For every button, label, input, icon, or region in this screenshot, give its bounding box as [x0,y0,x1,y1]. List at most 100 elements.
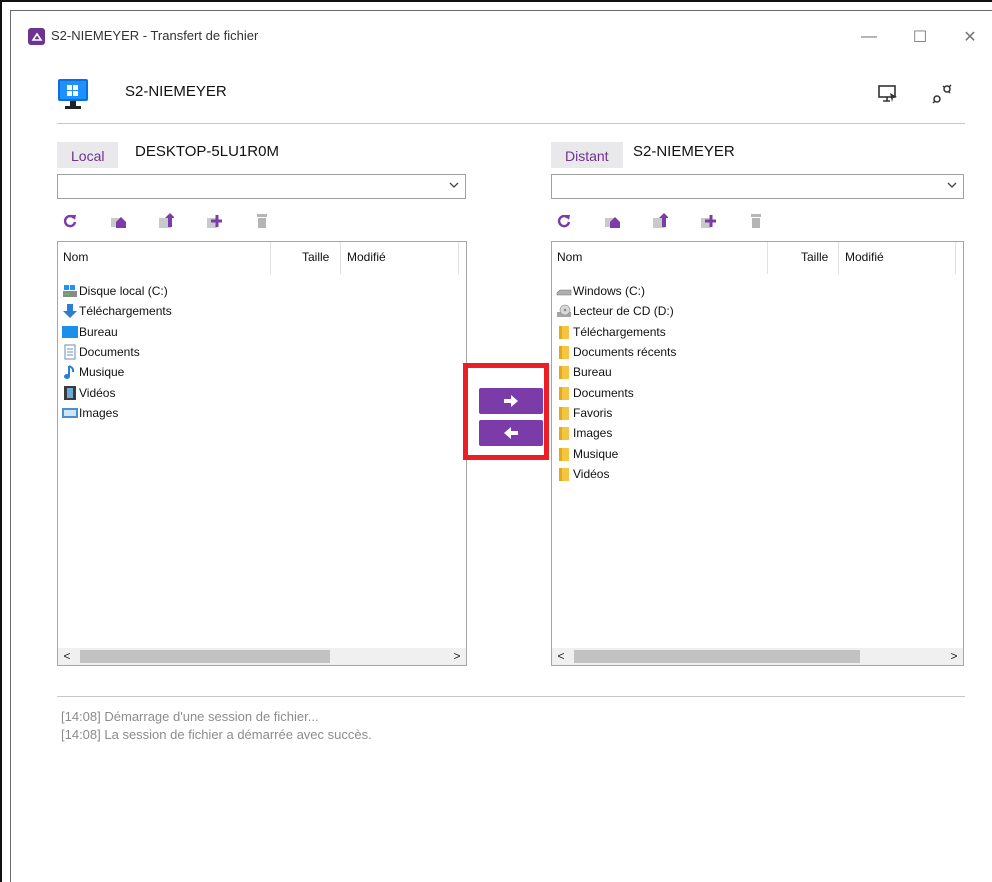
list-item-label: Images [573,426,613,441]
local-col-name[interactable]: Nom [63,250,88,264]
list-item[interactable]: Téléchargements [556,322,676,342]
list-item-label: Bureau [79,324,118,339]
local-host-name: DESKTOP-5LU1R0M [135,143,279,160]
log-divider [57,696,965,697]
download-arrow-icon [62,303,78,319]
remote-path-select[interactable] [551,174,964,199]
column-divider [340,242,341,274]
list-item-label: Documents [573,385,634,400]
list-item[interactable]: Bureau [556,362,676,382]
local-scroll-thumb[interactable] [80,650,330,663]
scroll-right-icon[interactable]: > [450,649,464,663]
remote-host-name: S2-NIEMEYER [633,143,735,160]
list-item[interactable]: Musique [556,443,676,463]
list-item-label: Documents [79,345,140,360]
list-item[interactable]: Documents [62,342,172,362]
remote-refresh-icon[interactable] [553,210,575,232]
list-item[interactable]: Disque local (C:) [62,281,172,301]
remote-screen-icon[interactable] [877,83,899,105]
folder-icon [556,344,572,360]
column-divider [458,242,459,274]
remote-home-folder-icon[interactable] [601,210,623,232]
chevron-down-icon [947,182,957,188]
monitor-windows-icon [57,78,89,110]
local-tag: Local [57,142,119,168]
column-divider [270,242,271,274]
folder-icon [556,385,572,401]
list-item[interactable]: Vidéos [556,464,676,484]
cd-drive-icon [556,303,572,319]
remote-rows: Windows (C:) Lecteur de CD (D:) Téléchar… [556,281,676,484]
minimize-button[interactable]: — [849,23,889,51]
remote-col-size[interactable]: Taille [801,250,828,264]
list-item-label: Musique [573,446,619,461]
column-divider [767,242,768,274]
header-divider [57,123,965,124]
local-home-folder-icon[interactable] [107,210,129,232]
close-button[interactable]: ✕ [950,23,990,51]
local-new-folder-icon[interactable] [203,210,225,232]
local-col-size[interactable]: Taille [302,250,329,264]
remote-col-modified[interactable]: Modifié [845,250,884,264]
list-item[interactable]: Musique [62,362,172,382]
local-disk-icon [62,283,78,299]
local-delete-icon[interactable] [251,210,273,232]
list-item[interactable]: Lecteur de CD (D:) [556,301,676,321]
upload-transfer-button[interactable] [479,388,543,414]
download-transfer-button[interactable] [479,420,543,446]
scroll-left-icon[interactable]: < [60,649,74,663]
list-item-label: Vidéos [573,466,610,481]
local-parent-folder-icon[interactable] [155,210,177,232]
list-item-label: Disque local (C:) [79,284,168,299]
scroll-left-icon[interactable]: < [554,649,568,663]
column-divider [838,242,839,274]
list-item[interactable]: Vidéos [62,382,172,402]
local-file-list[interactable]: Nom Taille Modifié Disque local (C:) Tél… [57,241,467,666]
remote-delete-icon[interactable] [745,210,767,232]
list-item[interactable]: Images [62,403,172,423]
list-item-label: Téléchargements [79,304,172,319]
local-col-modified[interactable]: Modifié [347,250,386,264]
arrow-right-icon [504,395,518,407]
list-item[interactable]: Images [556,423,676,443]
local-path-select[interactable] [57,174,466,199]
list-item[interactable]: Favoris [556,403,676,423]
list-item-label: Favoris [573,405,613,420]
desktop-icon [62,324,78,340]
list-item[interactable]: Téléchargements [62,301,172,321]
list-item-label: Documents récents [573,345,677,360]
list-item-label: Vidéos [79,385,116,400]
folder-icon [556,405,572,421]
session-log: [14:08] Démarrage d'une session de fichi… [61,708,372,744]
local-horizontal-scrollbar[interactable]: < > [58,648,466,665]
folder-icon [556,364,572,380]
remote-parent-folder-icon[interactable] [649,210,671,232]
remote-scroll-thumb[interactable] [574,650,860,663]
list-item-label: Lecteur de CD (D:) [573,304,674,319]
remote-tag: Distant [551,142,623,168]
list-item-label: Téléchargements [573,324,666,339]
remote-file-list[interactable]: Nom Taille Modifié Windows (C:) Lecteur … [551,241,964,666]
remote-horizontal-scrollbar[interactable]: < > [552,648,963,665]
scroll-right-icon[interactable]: > [947,649,961,663]
local-refresh-icon[interactable] [59,210,81,232]
disconnect-plug-icon[interactable] [931,83,953,105]
remote-new-folder-icon[interactable] [697,210,719,232]
folder-icon [556,324,572,340]
list-item[interactable]: Windows (C:) [556,281,676,301]
list-item[interactable]: Bureau [62,322,172,342]
maximize-button[interactable]: ☐ [900,23,940,51]
image-icon [62,405,78,421]
remote-col-name[interactable]: Nom [557,250,582,264]
transfer-buttons-highlight [463,363,549,460]
file-transfer-window: S2-NIEMEYER - Transfert de fichier — ☐ ✕… [10,10,992,882]
arrow-left-icon [504,427,518,439]
folder-icon [556,425,572,441]
remote-toolbar [553,210,793,232]
list-item[interactable]: Documents [556,382,676,402]
list-item[interactable]: Documents récents [556,342,676,362]
log-line: [14:08] Démarrage d'une session de fichi… [61,709,319,724]
local-toolbar [59,210,299,232]
local-rows: Disque local (C:) Téléchargements Bureau… [62,281,172,423]
list-item-label: Images [79,405,119,420]
